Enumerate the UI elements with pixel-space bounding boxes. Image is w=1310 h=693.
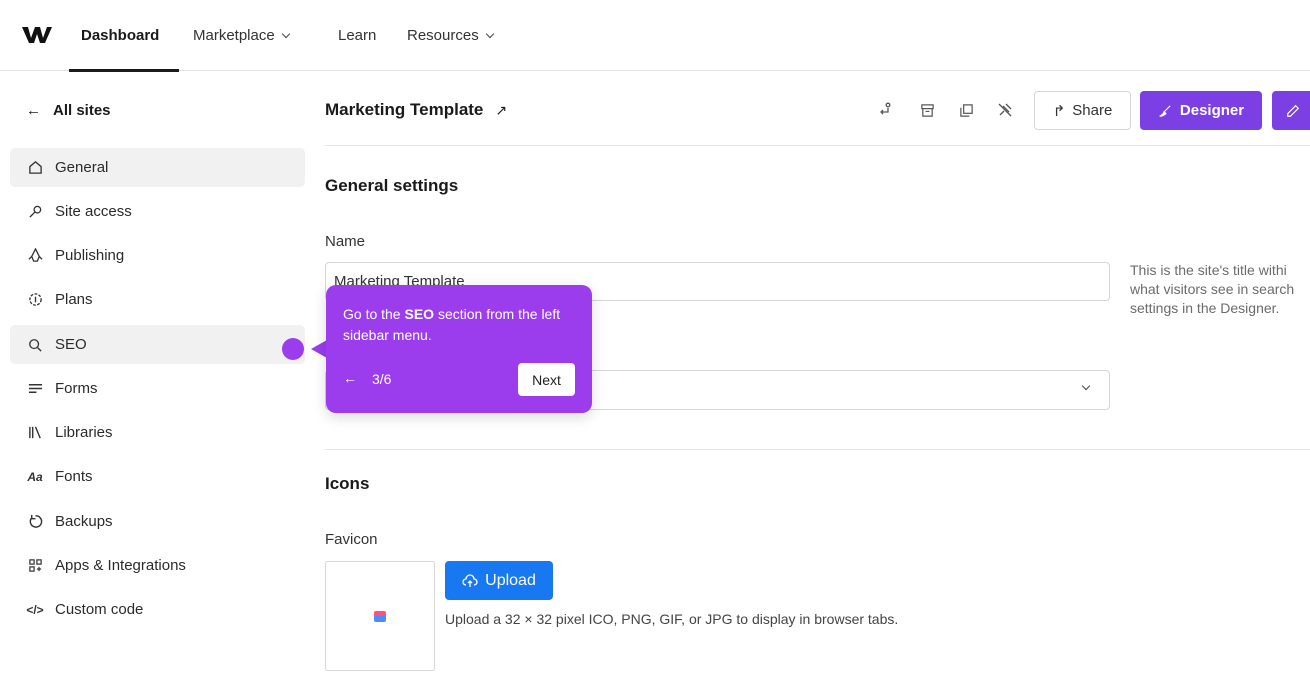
chevron-down-icon <box>1081 381 1091 391</box>
tour-popover: Go to the SEO section from the left side… <box>326 285 592 413</box>
back-to-all-sites[interactable]: ← All sites <box>26 102 111 119</box>
nav-dashboard[interactable]: Dashboard <box>81 27 159 44</box>
duplicate-icon[interactable] <box>956 100 976 120</box>
designer-button[interactable]: Designer <box>1140 91 1262 130</box>
favicon-preview <box>325 561 435 671</box>
nav-learn[interactable]: Learn <box>338 27 376 44</box>
upload-help-text: Upload a 32 × 32 pixel ICO, PNG, GIF, or… <box>445 611 899 627</box>
page-title: Marketing Template ↗ <box>325 100 508 119</box>
tour-pointer <box>311 340 327 358</box>
favicon-image <box>374 610 386 622</box>
sidebar-item-fonts[interactable]: Aa Fonts <box>10 457 305 496</box>
favicon-label: Favicon <box>325 531 378 548</box>
sidebar-item-custom-code[interactable]: </> Custom code <box>10 590 305 629</box>
edit-button[interactable] <box>1272 91 1310 130</box>
name-help-text: This is the site's title withi what visi… <box>1130 262 1295 316</box>
libraries-icon <box>27 425 43 441</box>
tour-beacon <box>282 338 304 360</box>
rocket-icon <box>27 248 43 264</box>
upload-cloud-icon <box>462 573 478 587</box>
chevron-down-icon <box>281 29 290 38</box>
arrow-left-icon: ← <box>26 102 41 119</box>
tour-message: Go to the SEO section from the left side… <box>343 306 561 343</box>
nav-marketplace[interactable]: Marketplace <box>193 27 290 44</box>
key-icon <box>27 204 43 220</box>
sidebar-item-libraries[interactable]: Libraries <box>10 413 305 452</box>
sidebar-item-general[interactable]: General <box>10 148 305 187</box>
tour-next-button[interactable]: Next <box>518 363 575 396</box>
webflow-logo[interactable] <box>22 26 52 44</box>
unpin-icon[interactable] <box>995 100 1015 120</box>
backup-icon <box>27 514 43 530</box>
transfer-icon[interactable] <box>876 100 896 120</box>
sidebar-item-plans[interactable]: Plans <box>10 280 305 319</box>
icons-title: Icons <box>325 474 370 493</box>
pencil-icon <box>1287 104 1300 117</box>
sidebar-item-forms[interactable]: Forms <box>10 369 305 408</box>
share-button[interactable]: ↱ Share <box>1034 91 1131 130</box>
brush-icon <box>1159 104 1171 117</box>
sidebar-item-site-access[interactable]: Site access <box>10 192 305 231</box>
tour-step-counter: 3/6 <box>372 371 392 387</box>
nav-resources[interactable]: Resources <box>407 27 494 44</box>
chevron-down-icon <box>485 29 494 38</box>
archive-icon[interactable] <box>917 100 937 120</box>
apps-icon <box>27 558 43 574</box>
home-icon <box>27 160 43 176</box>
header-divider <box>325 145 1310 146</box>
tour-back-arrow-icon[interactable]: ← <box>343 370 357 386</box>
search-icon <box>27 337 43 353</box>
forms-icon <box>27 381 43 397</box>
top-nav: Dashboard Marketplace Learn Resources <box>0 0 1310 72</box>
sidebar-item-seo[interactable]: SEO <box>10 325 305 364</box>
sidebar-item-backups[interactable]: Backups <box>10 502 305 541</box>
code-icon: </> <box>26 602 44 617</box>
sidebar-item-apps-integrations[interactable]: Apps & Integrations <box>10 546 305 585</box>
fonts-icon: Aa <box>27 469 43 484</box>
active-tab-indicator <box>69 69 179 72</box>
section-divider <box>325 449 1310 450</box>
sidebar-item-publishing[interactable]: Publishing <box>10 236 305 275</box>
name-label: Name <box>325 233 366 250</box>
external-link-icon[interactable]: ↗ <box>495 102 507 119</box>
plans-icon <box>27 292 43 308</box>
share-arrow-icon: ↱ <box>1052 102 1066 120</box>
upload-button[interactable]: Upload <box>445 561 553 600</box>
general-settings-title: General settings <box>325 176 459 195</box>
